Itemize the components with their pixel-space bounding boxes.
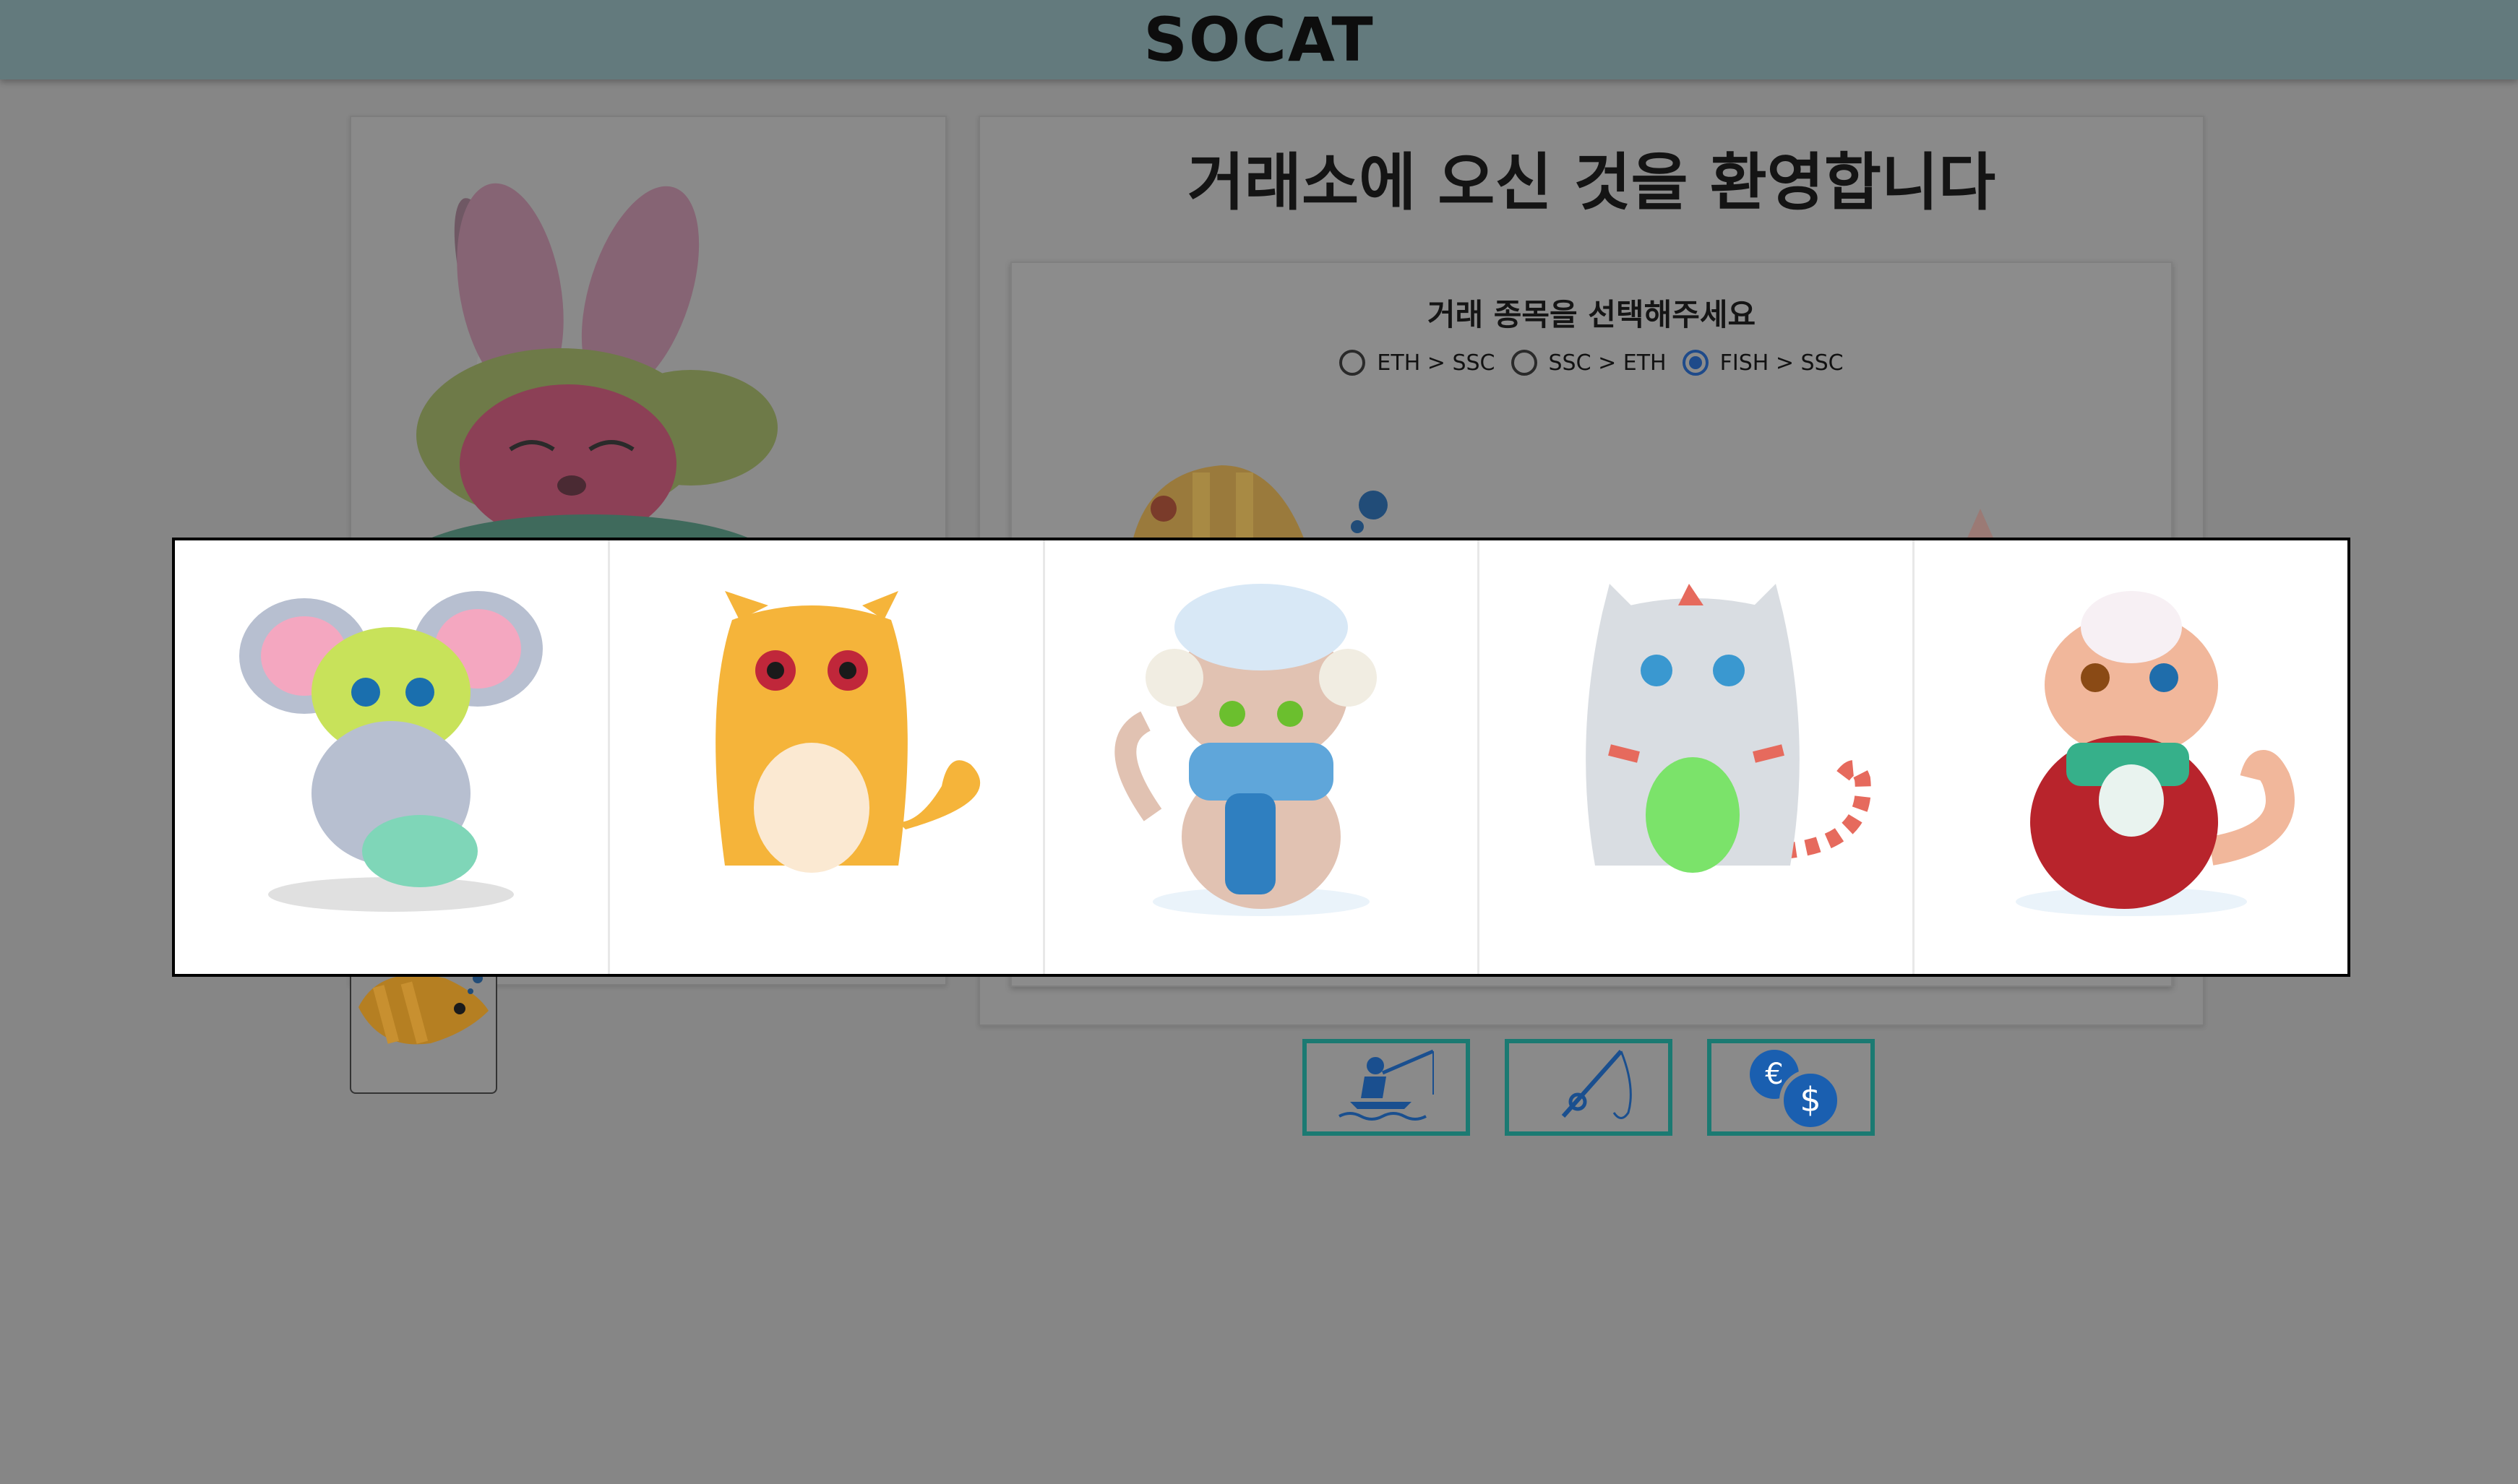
- svg-text:$: $: [1800, 1080, 1821, 1119]
- option-label: ETH > SSC: [1377, 350, 1495, 376]
- option-fish-ssc[interactable]: FISH > SSC: [1682, 350, 1844, 376]
- option-eth-ssc[interactable]: ETH > SSC: [1339, 350, 1495, 376]
- bunny-cat-illustration: [402, 183, 778, 594]
- app-title: SOCAT: [1143, 4, 1375, 75]
- exchange-currency-button[interactable]: € $: [1707, 1039, 1875, 1136]
- cat-gallery-modal: [172, 538, 2350, 977]
- gallery-item[interactable]: [610, 540, 1045, 974]
- winter-cat-icon: [1114, 584, 1377, 916]
- option-label: SSC > ETH: [1548, 350, 1667, 376]
- gallery-item[interactable]: [1915, 540, 2347, 974]
- striped-cat-icon: [1585, 584, 1871, 873]
- svg-text:€: €: [1765, 1058, 1783, 1091]
- trade-select-title: 거래 종목을 선택해주세요: [1427, 297, 1756, 332]
- fish-preview-thumbnail[interactable]: [350, 962, 497, 1094]
- radio-ssc-eth[interactable]: [1511, 350, 1537, 376]
- elephant-cat-icon: [239, 591, 543, 912]
- trade-options: ETH > SSC SSC > ETH FISH > SSC: [1012, 350, 2171, 376]
- fish-thumbnail-icon: [358, 973, 489, 1045]
- option-ssc-eth[interactable]: SSC > ETH: [1511, 350, 1667, 376]
- fishing-button[interactable]: [1302, 1039, 1470, 1136]
- gallery-item[interactable]: [1479, 540, 1915, 974]
- radio-fish-ssc[interactable]: [1682, 350, 1709, 376]
- gallery-item[interactable]: [175, 540, 610, 974]
- radio-eth-ssc[interactable]: [1339, 350, 1366, 376]
- sweater-cat-icon: [2015, 591, 2295, 916]
- orange-cat-icon: [716, 591, 981, 873]
- app-header: SOCAT: [0, 0, 2518, 79]
- radio-selected-dot: [1688, 356, 1702, 369]
- fishing-rod-icon: [1561, 1050, 1632, 1119]
- currency-exchange-icon: € $: [1750, 1050, 1842, 1131]
- welcome-heading: 거래소에 오신 것을 환영합니다: [1187, 147, 1996, 219]
- gallery-item[interactable]: [1045, 540, 1480, 974]
- option-label: FISH > SSC: [1719, 350, 1844, 376]
- fishing-rod-button[interactable]: [1505, 1039, 1672, 1136]
- fishing-person-icon: [1339, 1049, 1434, 1121]
